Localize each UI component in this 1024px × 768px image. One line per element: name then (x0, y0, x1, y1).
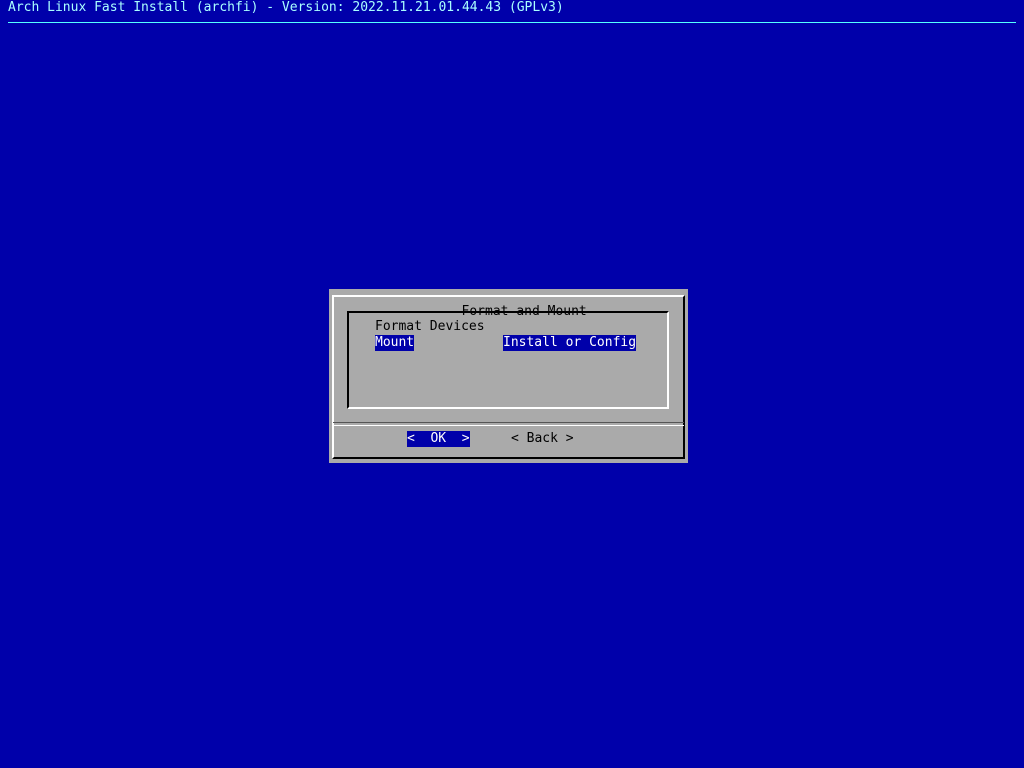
menu-item-format-devices[interactable]: Format Devices (375, 319, 485, 335)
ok-button[interactable]: < OK > (407, 431, 470, 447)
menu-item-description: Install or Config (503, 335, 637, 351)
backtitle-divider (8, 22, 1016, 23)
back-button[interactable]: < Back > (511, 431, 574, 447)
menu-box: Format Devices Mount Install or Config (347, 311, 669, 409)
menu-item-mount[interactable]: Mount Install or Config (375, 335, 637, 351)
menu-item-tag: Mount (375, 335, 415, 351)
backtitle: Arch Linux Fast Install (archfi) - Versi… (8, 0, 564, 15)
menu-item-tag: Format Devices (375, 319, 485, 334)
button-separator (333, 422, 684, 426)
format-mount-dialog: Format and Mount Format Devices Mount In… (329, 289, 688, 463)
